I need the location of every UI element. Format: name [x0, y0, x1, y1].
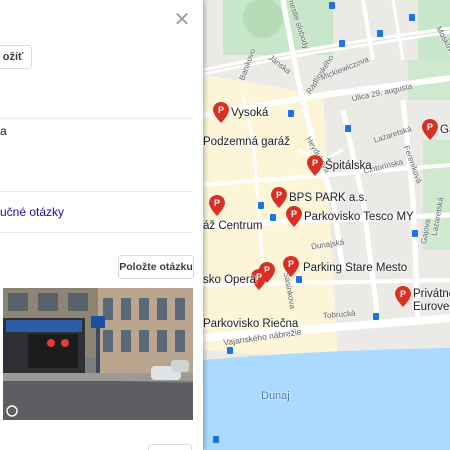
place-label[interactable]: Podzemná garáž: [203, 136, 290, 148]
divider: [0, 191, 193, 192]
place-label[interactable]: áž Centrum: [203, 220, 262, 232]
place-label[interactable]: Vysoká: [231, 107, 268, 119]
map-view[interactable]: Námestie slobody Banikovo Jánska Radlins…: [203, 0, 450, 450]
river-label: Dunaj: [261, 390, 290, 402]
parking-pin-icon[interactable]: P: [307, 155, 323, 176]
questions-link[interactable]: učné otázky: [0, 205, 64, 219]
svg-text:P: P: [214, 198, 220, 208]
place-label[interactable]: Špitálska: [325, 160, 372, 172]
place-label[interactable]: Parkovisko Tesco MY: [304, 211, 414, 223]
street-view-image: [3, 288, 193, 420]
parking-pin-icon[interactable]: P: [395, 286, 411, 307]
parking-pin-icon[interactable]: P: [271, 187, 287, 208]
parking-pin-icon[interactable]: P: [209, 195, 225, 216]
parking-pin-icon[interactable]: P: [213, 102, 229, 123]
svg-text:P: P: [276, 190, 282, 200]
share-button-label: ožiť: [2, 51, 24, 63]
close-icon[interactable]: ✕: [172, 10, 192, 30]
place-label[interactable]: Parking Stare Mesto: [303, 262, 407, 274]
place-label[interactable]: Parkovisko Riečna: [203, 318, 298, 330]
parking-pin-icon[interactable]: P: [286, 206, 302, 227]
street-view-photo[interactable]: [3, 288, 193, 420]
divider: [0, 118, 193, 119]
place-label[interactable]: sko Opera: [203, 274, 256, 286]
place-label[interactable]: Ga: [440, 124, 450, 136]
svg-text:P: P: [218, 105, 224, 115]
svg-text:P: P: [312, 158, 318, 168]
svg-text:P: P: [427, 122, 433, 132]
parking-pin-icon[interactable]: P: [422, 119, 438, 140]
share-button[interactable]: ožiť: [0, 45, 32, 69]
address-text: a: [0, 124, 7, 138]
svg-text:P: P: [288, 259, 294, 269]
place-label[interactable]: Euroveá: [413, 301, 450, 313]
svg-text:P: P: [291, 209, 297, 219]
ask-question-button[interactable]: Položte otázku: [118, 255, 194, 279]
more-button[interactable]: [148, 444, 192, 450]
place-label[interactable]: BPS PARK a.s.: [289, 192, 367, 204]
parking-pin-icon[interactable]: P: [283, 256, 299, 277]
place-details-panel: ožiť ✕ a učné otázky Položte otázku: [0, 0, 203, 450]
svg-text:P: P: [256, 272, 262, 282]
ask-question-label: Položte otázku: [119, 261, 193, 273]
place-label[interactable]: Privátne: [413, 288, 450, 300]
svg-text:P: P: [400, 289, 406, 299]
divider: [0, 232, 193, 233]
